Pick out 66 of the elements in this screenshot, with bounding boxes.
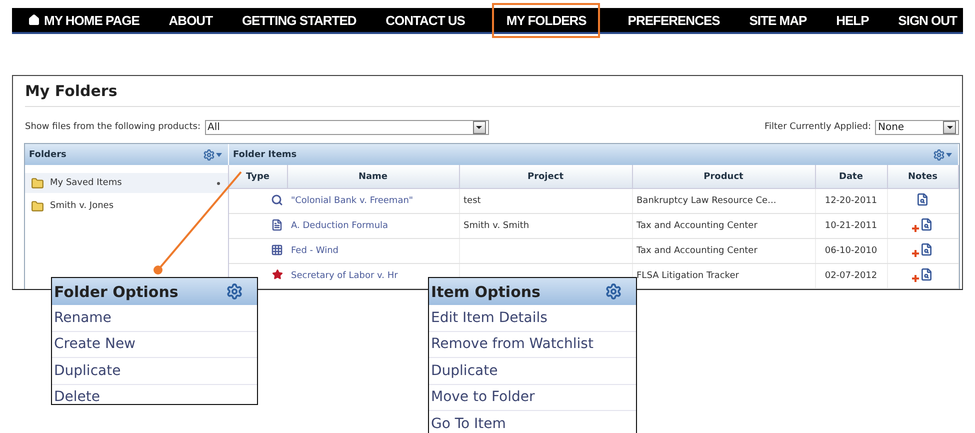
- star-icon: [272, 269, 283, 280]
- folder-icon: [31, 176, 44, 190]
- nav-link[interactable]: SITE MAP: [749, 12, 807, 28]
- gear-menu-icon[interactable]: [933, 148, 952, 160]
- grid-icon: [271, 244, 283, 256]
- table-cell: 12-20-2011: [815, 188, 887, 214]
- filter-label: Show files from the following products:: [25, 122, 200, 132]
- menu-item[interactable]: Duplicate: [52, 358, 257, 384]
- home-icon: [28, 14, 40, 26]
- settings-icon: [226, 283, 243, 300]
- column-header[interactable]: Date: [815, 165, 887, 188]
- notes-icon[interactable]: [920, 243, 934, 256]
- table-cell: Tax and Accounting Center: [632, 214, 815, 238]
- settings-icon: [605, 283, 622, 300]
- folder-icon: [31, 200, 44, 212]
- notes-icon[interactable]: [916, 193, 930, 206]
- gear-menu-icon[interactable]: [203, 148, 222, 160]
- caret-icon: [472, 120, 486, 134]
- column-header[interactable]: Type: [229, 165, 287, 188]
- menu-title: Folder Options: [54, 282, 178, 300]
- table-cell: Bankruptcy Law Resource Ce...: [632, 188, 815, 214]
- folder-item[interactable]: My Saved Items: [25, 173, 228, 193]
- column-header[interactable]: Product: [632, 165, 815, 188]
- column-header[interactable]: Name: [287, 165, 459, 188]
- column-header[interactable]: Notes: [887, 165, 958, 188]
- header-title: Folders: [29, 150, 66, 160]
- document-icon: [271, 218, 283, 230]
- filter-label: Filter Currently Applied:: [764, 122, 871, 132]
- notes-icon[interactable]: [920, 218, 934, 231]
- menu-item[interactable]: Edit Item Details: [429, 305, 636, 332]
- menu-item[interactable]: Create New: [52, 332, 257, 358]
- nav-link[interactable]: GETTING STARTED: [242, 12, 356, 28]
- filter-dropdown[interactable]: None: [875, 120, 959, 134]
- header-title: Folder Items: [233, 150, 297, 160]
- nav-link[interactable]: MY FOLDERS: [494, 4, 598, 36]
- nav-link[interactable]: ABOUT: [168, 12, 213, 28]
- search-icon: [271, 194, 283, 206]
- menu-item[interactable]: Go To Item: [429, 411, 636, 433]
- menu-item[interactable]: Rename: [52, 305, 257, 332]
- folder-item[interactable]: Smith v. Jones: [25, 196, 228, 216]
- table-cell: 10-21-2011: [815, 214, 887, 238]
- table-cell: Smith v. Smith: [459, 214, 632, 238]
- folder-name: My Saved Items: [50, 178, 122, 188]
- menu-item[interactable]: Duplicate: [429, 358, 636, 384]
- column-header[interactable]: Project: [459, 165, 632, 188]
- item-name[interactable]: "Colonial Bank v. Freeman": [287, 188, 459, 214]
- menu-item[interactable]: Delete: [52, 384, 257, 404]
- nav-link[interactable]: SIGN OUT: [898, 12, 957, 28]
- menu-item[interactable]: Remove from Watchlist: [429, 332, 636, 358]
- folder-name: Smith v. Jones: [50, 201, 114, 211]
- nav-link[interactable]: MY HOME PAGE: [28, 12, 140, 28]
- page-title: My Folders: [25, 76, 960, 107]
- table-cell: test: [459, 188, 632, 214]
- item-name[interactable]: Fed - Wind: [287, 238, 459, 264]
- table-cell: 06-10-2010: [815, 238, 887, 264]
- caret-icon: [943, 120, 956, 134]
- table-cell: Tax and Accounting Center: [632, 238, 815, 264]
- product-dropdown[interactable]: All: [204, 120, 488, 134]
- menu-item[interactable]: Move to Folder: [429, 384, 636, 411]
- notes-icon[interactable]: [920, 268, 934, 281]
- nav-link[interactable]: PREFERENCES: [628, 12, 720, 28]
- nav-link[interactable]: HELP: [836, 12, 869, 28]
- nav-link[interactable]: CONTACT US: [386, 12, 465, 28]
- table-cell: 02-07-2012: [815, 264, 887, 288]
- item-name[interactable]: A. Deduction Formula: [287, 214, 459, 238]
- selected-dot-icon: [217, 182, 220, 184]
